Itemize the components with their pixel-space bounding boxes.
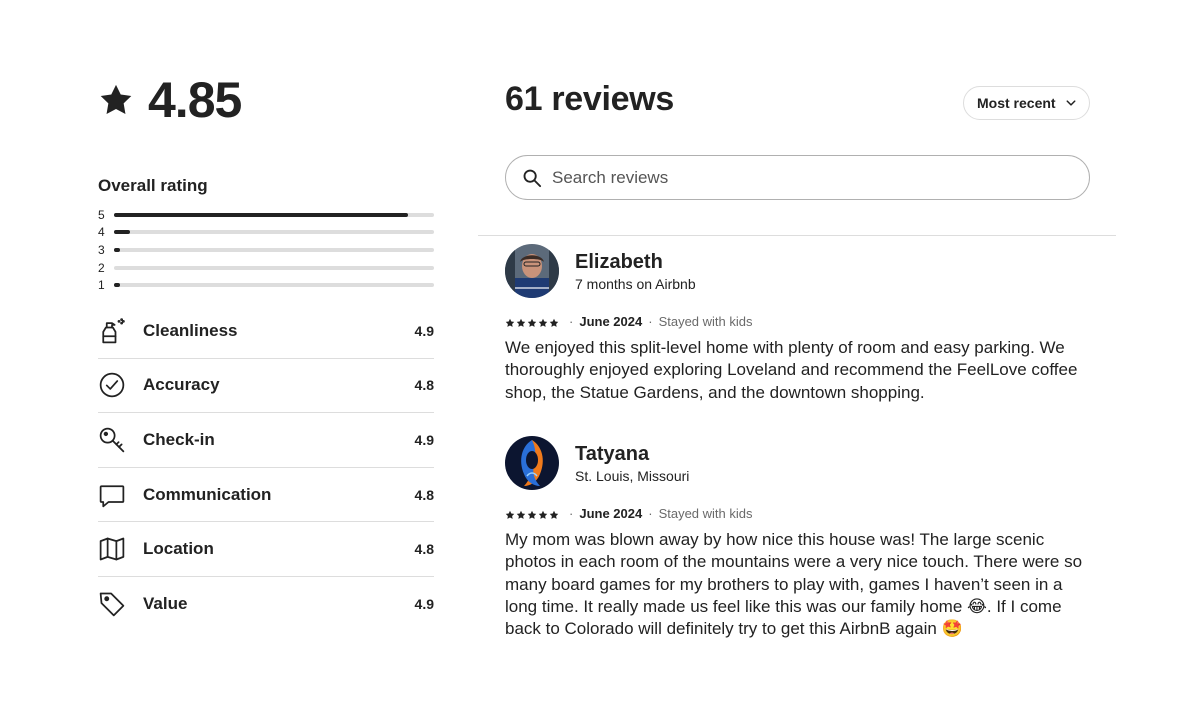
price-tag-icon	[98, 590, 126, 618]
separator-dot: ·	[648, 313, 653, 329]
distribution-bar	[114, 230, 434, 235]
star-icon	[505, 508, 515, 519]
distribution-bar	[114, 283, 434, 288]
distribution-label: 3	[98, 242, 105, 257]
category-score: 4.8	[414, 486, 434, 503]
sort-label: Most recent	[977, 95, 1056, 111]
reviewer-name: Tatyana	[575, 443, 650, 465]
category-value: Value 4.9	[98, 577, 434, 632]
star-icon	[549, 508, 559, 519]
category-label: Accuracy	[143, 375, 220, 395]
reviews-count-title: 61 reviews	[505, 80, 675, 118]
search-input[interactable]	[552, 167, 1052, 188]
avatar[interactable]	[505, 244, 559, 298]
star-icon	[527, 316, 537, 327]
star-icon	[516, 508, 526, 519]
review-date: June 2024	[579, 505, 643, 521]
category-label: Check-in	[143, 429, 215, 449]
review-date: June 2024	[579, 313, 643, 329]
review-stay-type: Stayed with kids	[658, 313, 753, 329]
star-icon	[538, 316, 548, 327]
section-divider	[478, 235, 1116, 236]
reviewer-subtitle: 7 months on Airbnb	[575, 276, 696, 292]
overall-rating-heading: 4.85	[98, 70, 434, 130]
distribution-label: 2	[98, 260, 105, 275]
review-header: Tatyana St. Louis, Missouri	[505, 435, 1085, 491]
review-item: Tatyana St. Louis, Missouri · June 2024 …	[505, 435, 1085, 640]
distribution-fill	[114, 283, 121, 288]
distribution-fill	[114, 247, 121, 252]
search-icon	[523, 169, 542, 187]
distribution-row: 1	[98, 276, 434, 294]
category-ratings: Cleanliness 4.9 Accuracy 4.8 Check-in 4.…	[98, 304, 434, 632]
review-meta: · June 2024 · Stayed with kids	[505, 313, 1085, 329]
category-location: Location 4.8	[98, 522, 434, 577]
category-score: 4.9	[414, 596, 434, 613]
distribution-row: 4	[98, 224, 434, 242]
category-score: 4.8	[414, 377, 434, 394]
star-icon	[100, 84, 132, 114]
distribution-label: 5	[98, 207, 105, 222]
sort-dropdown[interactable]: Most recent	[963, 86, 1090, 120]
category-label: Communication	[143, 484, 272, 504]
review-stars	[505, 316, 559, 327]
distribution-bar	[114, 212, 434, 217]
overall-rating-title: Overall rating	[98, 176, 208, 195]
distribution-row: 2	[98, 259, 434, 277]
category-label: Value	[143, 594, 188, 614]
distribution-fill	[114, 212, 409, 217]
distribution-label: 4	[98, 225, 105, 240]
star-icon	[516, 316, 526, 327]
reviewer-info: Tatyana St. Louis, Missouri	[575, 442, 689, 484]
category-score: 4.8	[414, 541, 434, 558]
star-icon	[527, 508, 537, 519]
avatar[interactable]	[505, 436, 559, 490]
reviewer-name: Elizabeth	[575, 251, 663, 273]
check-circle-icon	[98, 371, 126, 399]
reviewer-info: Elizabeth 7 months on Airbnb	[575, 250, 696, 292]
overall-rating-summary: 4.85	[98, 70, 434, 130]
category-accuracy: Accuracy 4.8	[98, 359, 434, 414]
category-score: 4.9	[414, 431, 434, 448]
chat-bubble-icon	[98, 481, 126, 509]
rating-distribution: 5 4 3 2 1	[98, 206, 434, 294]
separator-dot: ·	[569, 313, 574, 329]
map-icon	[98, 535, 126, 563]
separator-dot: ·	[569, 505, 574, 521]
star-icon	[505, 316, 515, 327]
category-communication: Communication 4.8	[98, 468, 434, 523]
chevron-down-icon	[1066, 100, 1076, 106]
star-icon	[538, 508, 548, 519]
distribution-bar	[114, 265, 434, 270]
review-stay-type: Stayed with kids	[658, 505, 753, 521]
category-cleanliness: Cleanliness 4.9	[98, 304, 434, 359]
category-score: 4.9	[414, 322, 434, 339]
review-stars	[505, 508, 559, 519]
star-icon	[549, 316, 559, 327]
distribution-label: 1	[98, 278, 105, 293]
review-header: Elizabeth 7 months on Airbnb	[505, 243, 1085, 299]
overall-rating-value: 4.85	[148, 72, 242, 128]
distribution-row: 5	[98, 206, 434, 224]
distribution-fill	[114, 230, 130, 235]
distribution-row: 3	[98, 241, 434, 259]
review-meta: · June 2024 · Stayed with kids	[505, 505, 1085, 521]
review-text: My mom was blown away by how nice this h…	[505, 530, 1083, 639]
category-label: Location	[143, 539, 214, 559]
category-check-in: Check-in 4.9	[98, 413, 434, 468]
separator-dot: ·	[648, 505, 653, 521]
review-text: We enjoyed this split-level home with pl…	[505, 338, 1078, 402]
category-label: Cleanliness	[143, 320, 238, 340]
search-reviews-box[interactable]	[505, 155, 1090, 200]
key-icon	[98, 426, 126, 454]
distribution-bar	[114, 247, 434, 252]
review-item: Elizabeth 7 months on Airbnb · June 2024…	[505, 243, 1085, 404]
reviewer-subtitle: St. Louis, Missouri	[575, 468, 690, 484]
spray-bottle-icon	[98, 317, 126, 345]
